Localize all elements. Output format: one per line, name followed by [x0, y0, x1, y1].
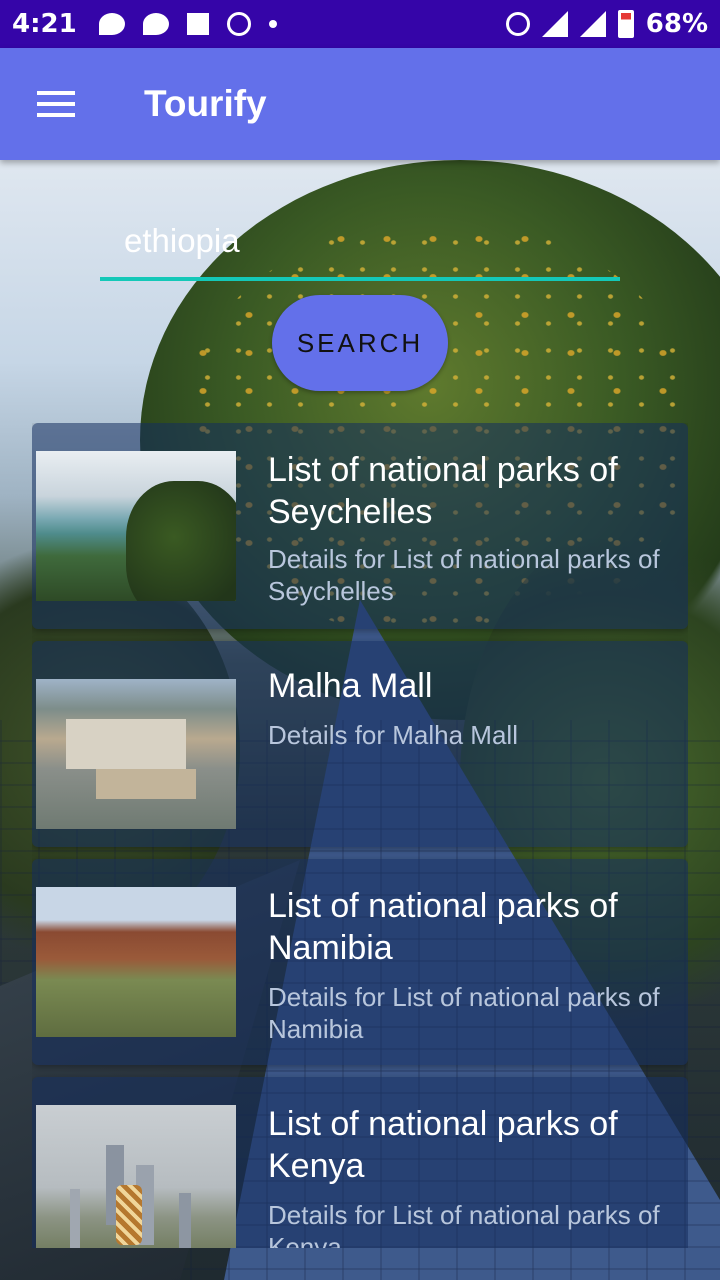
notification-square-icon	[186, 13, 209, 35]
result-card[interactable]: Malha Mall Details for Malha Mall	[32, 641, 688, 847]
result-card[interactable]: List of national parks of Kenya Details …	[32, 1077, 688, 1248]
search-input[interactable]	[100, 205, 620, 281]
result-title: List of national parks of Kenya	[268, 1105, 618, 1185]
chat-bubble-icon	[98, 13, 125, 35]
result-title: List of national parks of Namibia	[268, 887, 618, 967]
result-description: Details for Malha Mall	[268, 720, 518, 750]
result-card[interactable]: List of national parks of Seychelles Det…	[32, 423, 688, 629]
results-list: List of national parks of Seychelles Det…	[32, 423, 688, 1248]
menu-button[interactable]	[0, 48, 112, 160]
result-card[interactable]: List of national parks of Namibia Detail…	[32, 859, 688, 1065]
result-thumbnail	[36, 451, 236, 601]
app-title: Tourify	[144, 83, 267, 124]
alarm-icon	[226, 12, 251, 36]
result-title: List of national parks of Seychelles	[268, 451, 618, 531]
result-description: Details for List of national parks of Se…	[268, 544, 660, 606]
status-bar: 4:21 68%	[0, 0, 720, 48]
battery-percent: 68%	[645, 9, 708, 39]
result-description: Details for List of national parks of Ke…	[268, 1200, 660, 1248]
result-thumbnail	[36, 1105, 236, 1248]
signal-icon	[579, 11, 606, 37]
search-field-container	[100, 205, 620, 281]
result-description: Details for List of national parks of Na…	[268, 982, 660, 1044]
chat-bubble-icon	[142, 13, 169, 35]
search-button[interactable]: SEARCH	[272, 295, 448, 391]
status-time: 4:21	[12, 9, 77, 39]
hamburger-menu-icon	[37, 91, 75, 117]
app-bar: Tourify	[0, 48, 720, 160]
signal-no-data-icon	[541, 11, 568, 37]
alarm-icon	[505, 12, 530, 36]
result-title: Malha Mall	[268, 667, 433, 705]
more-notifications-dot-icon	[268, 20, 277, 28]
result-thumbnail	[36, 887, 236, 1037]
result-thumbnail	[36, 679, 236, 829]
battery-icon	[617, 10, 634, 38]
